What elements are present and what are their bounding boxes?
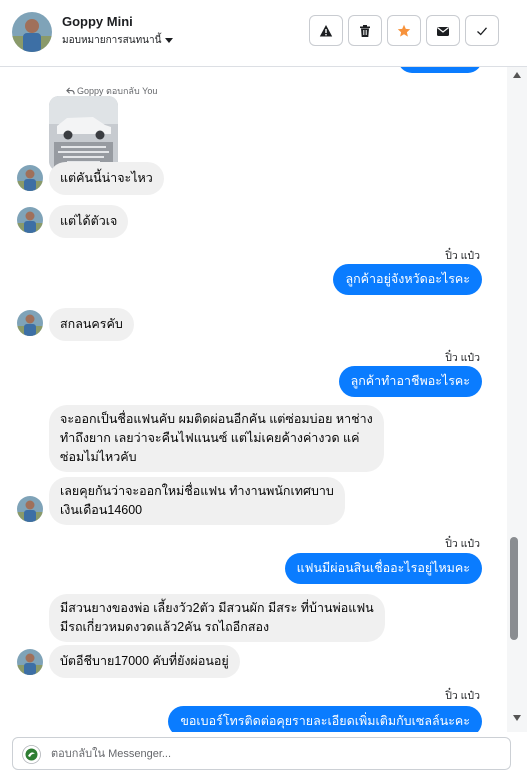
reply-composer[interactable]	[12, 737, 511, 770]
message-line: เงินเดือน14600	[60, 503, 143, 517]
message-text: แต่คันนี้น่าจะไหว	[60, 171, 153, 185]
delete-button[interactable]	[348, 15, 382, 46]
replied-car-image[interactable]	[49, 96, 118, 171]
contact-avatar-small[interactable]	[17, 207, 43, 233]
message-line: จะออกเป็นชื่อแฟนคับ ผมติดผ่อนอีกคัน แต่ซ…	[60, 412, 373, 426]
caret-down-icon	[165, 38, 174, 43]
contact-avatar[interactable]	[12, 12, 52, 52]
thread-scrollbar[interactable]	[507, 67, 527, 732]
message-line: มีสวนยางของพ่อ เลี้ยงวัว2ตัว มีสวนผัก มี…	[60, 601, 374, 615]
message-line: มีรถเกี่ยวหมดงวดแล้ว2คัน รถไถอีกสอง	[60, 620, 270, 634]
message-line: เลยคุยกันว่าจะออกใหม่ชื่อแฟน ทำงานพนักเท…	[60, 484, 334, 498]
warning-icon	[319, 24, 333, 36]
contact-avatar-small[interactable]	[17, 310, 43, 336]
sender-name: ปิ๋ว แป๋ว	[445, 250, 480, 262]
page-logo-icon	[22, 745, 41, 764]
message-text: แต่ได้ตัวเจ	[60, 214, 118, 228]
message-line: ซ่อมไม่ไหวคับ	[60, 450, 137, 464]
conversation-header: Goppy Mini มอบหมายการสนทนานี้	[0, 0, 527, 67]
message-text: สกลนครคับ	[60, 317, 123, 331]
check-icon	[477, 26, 487, 35]
message-bubble-outgoing[interactable]: แฟนมีผ่อนสินเชื่ออะไรอยู่ไหมคะ	[284, 553, 482, 584]
message-bubble-outgoing[interactable]: ลูกค้าอยู่จังหวัดอะไรคะ	[333, 264, 482, 295]
message-text: ขอเบอร์โทรติดต่อคุยรายละเอียดเพิ่มเติมกั…	[180, 714, 470, 728]
assign-label: มอบหมายการสนทนานี้	[62, 35, 162, 46]
sender-name: ปิ๋ว แป๋ว	[445, 538, 480, 550]
header-actions	[309, 15, 499, 46]
envelope-icon	[437, 26, 449, 36]
trash-icon	[360, 24, 370, 37]
contact-avatar-small[interactable]	[17, 649, 43, 675]
message-line: ทำถึงยาก เลยว่าจะคืนไฟแนนซ์ แต่ไม่เคยค้า…	[60, 431, 360, 445]
message-bubble-incoming[interactable]: บัตอีชีบาย17000 คับที่ยังผ่อนอยู่	[49, 645, 240, 678]
contact-name[interactable]: Goppy Mini	[62, 14, 133, 29]
message-bubble-outgoing[interactable]: ขอเบอร์โทรติดต่อคุยรายละเอียดเพิ่มเติมกั…	[168, 706, 482, 732]
sender-name: ปิ๋ว แป๋ว	[445, 352, 480, 364]
star-icon	[397, 24, 411, 37]
message-thread[interactable]: Goppy ตอบกลับ You แต่คันนี้น่าจะไหว แต่ไ…	[0, 67, 507, 732]
reply-input[interactable]	[51, 738, 501, 769]
message-bubble-outgoing-partial[interactable]	[398, 67, 482, 73]
message-bubble-outgoing[interactable]: ลูกค้าทำอาชีพอะไรคะ	[338, 366, 482, 397]
message-bubble-incoming[interactable]: จะออกเป็นชื่อแฟนคับ ผมติดผ่อนอีกคัน แต่ซ…	[49, 405, 384, 472]
message-bubble-incoming[interactable]: แต่คันนี้น่าจะไหว	[49, 162, 164, 195]
scroll-down-arrow-icon[interactable]	[513, 715, 521, 721]
reply-arrow-icon	[66, 87, 75, 94]
message-text: บัตอีชีบาย17000 คับที่ยังผ่อนอยู่	[60, 654, 229, 668]
message-text: แฟนมีผ่อนสินเชื่ออะไรอยู่ไหมคะ	[296, 561, 470, 575]
contact-avatar-small[interactable]	[17, 496, 43, 522]
mark-done-button[interactable]	[465, 15, 499, 46]
message-bubble-incoming[interactable]: เลยคุยกันว่าจะออกใหม่ชื่อแฟน ทำงานพนักเท…	[49, 477, 345, 525]
contact-avatar-small[interactable]	[17, 165, 43, 191]
sender-name: ปิ๋ว แป๋ว	[445, 690, 480, 702]
message-text: ลูกค้าอยู่จังหวัดอะไรคะ	[345, 272, 470, 286]
message-text: ลูกค้าทำอาชีพอะไรคะ	[350, 374, 470, 388]
assign-conversation-dropdown[interactable]: มอบหมายการสนทนานี้	[62, 33, 174, 48]
message-bubble-incoming[interactable]: มีสวนยางของพ่อ เลี้ยงวัว2ตัว มีสวนผัก มี…	[49, 594, 385, 642]
message-bubble-incoming[interactable]: สกลนครคับ	[49, 308, 134, 341]
message-bubble-incoming[interactable]: แต่ได้ตัวเจ	[49, 205, 129, 238]
scrollbar-thumb[interactable]	[510, 537, 518, 640]
report-spam-button[interactable]	[309, 15, 343, 46]
mark-unread-button[interactable]	[426, 15, 460, 46]
scroll-up-arrow-icon[interactable]	[513, 72, 521, 78]
star-button[interactable]	[387, 15, 421, 46]
